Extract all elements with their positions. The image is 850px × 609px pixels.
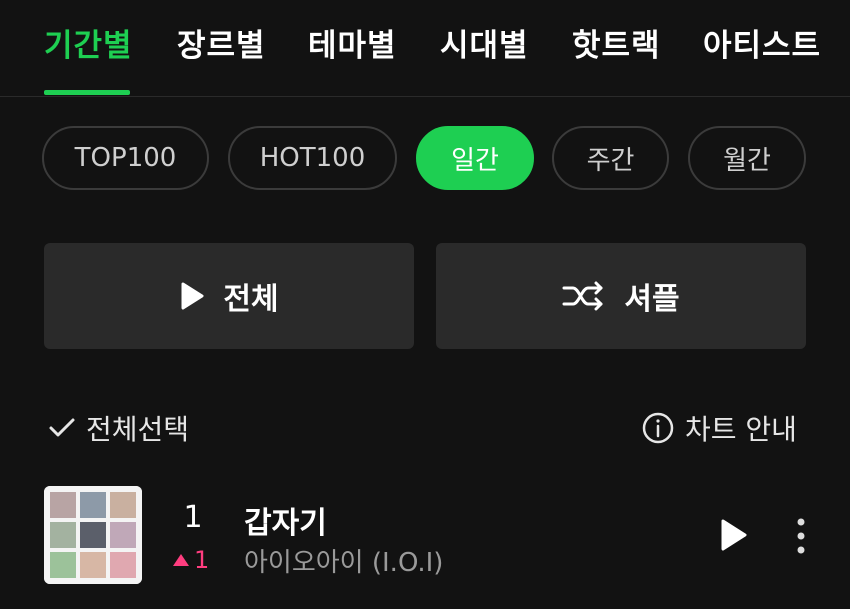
filter-weekly[interactable]: 주간 bbox=[552, 126, 669, 190]
play-all-button[interactable]: 전체 bbox=[44, 243, 414, 349]
tab-era[interactable]: 시대별 bbox=[440, 20, 529, 65]
rank-change: 1 bbox=[172, 546, 209, 574]
song-row[interactable]: 1 1 갑자기 아이오아이 (I.O.I) bbox=[0, 486, 850, 586]
song-title[interactable]: 갑자기 bbox=[244, 498, 327, 542]
rank-up-icon bbox=[172, 553, 190, 567]
tab-artist[interactable]: 아티스트 bbox=[703, 20, 821, 65]
more-vertical-icon[interactable] bbox=[794, 516, 808, 556]
rank-number: 1 bbox=[183, 500, 203, 535]
chart-info-link[interactable]: 차트 안내 bbox=[641, 408, 797, 448]
check-icon bbox=[48, 416, 76, 440]
play-icon[interactable] bbox=[718, 518, 748, 552]
filter-top100[interactable]: TOP100 bbox=[42, 126, 209, 190]
filter-hot100[interactable]: HOT100 bbox=[228, 126, 397, 190]
rank-change-value: 1 bbox=[194, 546, 210, 574]
filter-monthly[interactable]: 월간 bbox=[688, 126, 806, 190]
shuffle-button[interactable]: 셔플 bbox=[436, 243, 806, 349]
filter-daily[interactable]: 일간 bbox=[416, 126, 534, 190]
shuffle-icon bbox=[562, 281, 606, 311]
chart-info-label: 차트 안내 bbox=[685, 413, 797, 446]
tab-hot-track[interactable]: 핫트랙 bbox=[572, 20, 661, 65]
tab-genre[interactable]: 장르별 bbox=[177, 20, 266, 65]
select-all-label: 전체선택 bbox=[86, 413, 190, 446]
active-tab-indicator bbox=[44, 90, 130, 95]
play-icon bbox=[179, 281, 205, 311]
song-artist[interactable]: 아이오아이 (I.O.I) bbox=[244, 542, 443, 579]
shuffle-label: 셔플 bbox=[624, 282, 680, 317]
select-all-toggle[interactable]: 전체선택 bbox=[48, 408, 189, 448]
play-all-label: 전체 bbox=[223, 282, 279, 317]
tab-theme[interactable]: 테마별 bbox=[308, 20, 397, 65]
tab-period[interactable]: 기간별 bbox=[44, 20, 133, 65]
info-icon bbox=[641, 411, 675, 445]
top-tab-bar: 기간별 장르별 테마별 시대별 핫트랙 아티스트 bbox=[0, 0, 850, 97]
album-art[interactable] bbox=[44, 486, 142, 584]
